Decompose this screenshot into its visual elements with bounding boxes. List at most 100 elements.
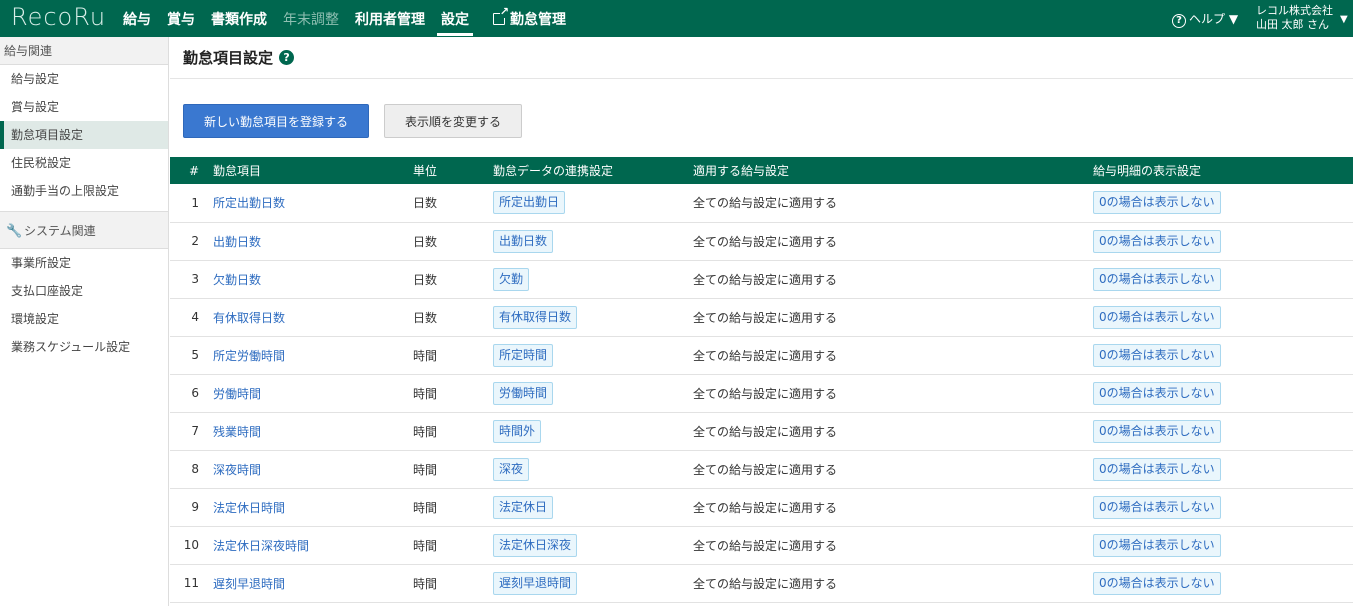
apply-cell: 全ての給与設定に適用する: [693, 336, 1093, 375]
item-cell: 深夜時間: [213, 450, 413, 489]
attendance-item-link[interactable]: 有休取得日数: [213, 311, 285, 325]
col-number: #: [170, 157, 213, 184]
attendance-item-link[interactable]: 遅刻早退時間: [213, 577, 285, 591]
display-cell: 0の場合は表示しない: [1093, 336, 1353, 375]
display-cell: 0の場合は表示しない: [1093, 260, 1353, 299]
table-row: 10 法定休日深夜時間 時間 法定休日深夜 全ての給与設定に適用する 0の場合は表示しない: [170, 526, 1353, 565]
col-display-setting: 給与明細の表示設定: [1093, 157, 1353, 184]
table-row: 3 欠勤日数 日数 欠勤 全ての給与設定に適用する 0の場合は表示しない: [170, 260, 1353, 299]
apply-cell: 全ての給与設定に適用する: [693, 298, 1093, 337]
item-cell: 所定出勤日数: [213, 184, 413, 223]
sidebar-item-bonus-settings[interactable]: 賞与設定: [0, 93, 168, 121]
top-navbar: RecoRu 給与 賞与 書類作成 年末調整 利用者管理 設定 勤怠管理 ?ヘル…: [0, 0, 1353, 37]
unit-cell: 時間: [413, 488, 493, 527]
attendance-item-link[interactable]: 法定休日深夜時間: [213, 539, 309, 553]
help-circle-icon: ?: [1172, 14, 1186, 28]
nav-year-end-adjustment[interactable]: 年末調整: [275, 0, 347, 37]
link-cell: 法定休日深夜: [493, 526, 693, 565]
row-number: 11: [170, 564, 213, 603]
apply-cell: 全ての給与設定に適用する: [693, 488, 1093, 527]
attendance-item-link[interactable]: 法定休日時間: [213, 501, 285, 515]
link-cell: 深夜: [493, 450, 693, 489]
sidebar-item-office[interactable]: 事業所設定: [0, 249, 168, 277]
display-cell: 0の場合は表示しない: [1093, 412, 1353, 451]
row-number: 3: [170, 260, 213, 299]
attendance-item-link[interactable]: 所定労働時間: [213, 349, 285, 363]
attendance-item-link[interactable]: 所定出勤日数: [213, 196, 285, 210]
main-nav: 給与 賞与 書類作成 年末調整 利用者管理 設定 勤怠管理: [115, 0, 574, 37]
display-cell: 0の場合は表示しない: [1093, 374, 1353, 413]
sidebar-group-system: 🔧 システム関連: [0, 211, 168, 249]
apply-cell: 全ての給与設定に適用する: [693, 526, 1093, 565]
help-question-icon[interactable]: ?: [279, 50, 295, 65]
col-data-link: 勤怠データの連携設定: [493, 157, 693, 184]
data-link-tag: 欠勤: [493, 267, 530, 291]
help-label: ヘルプ: [1189, 12, 1226, 26]
display-cell: 0の場合は表示しない: [1093, 222, 1353, 261]
sidebar-item-commute-limit[interactable]: 通勤手当の上限設定: [0, 177, 168, 205]
table-row: 2 出勤日数 日数 出勤日数 全ての給与設定に適用する 0の場合は表示しない: [170, 222, 1353, 261]
register-attendance-item-button[interactable]: 新しい勤怠項目を登録する: [183, 104, 369, 138]
sidebar-item-schedule[interactable]: 業務スケジュール設定: [0, 333, 168, 361]
link-cell: 所定時間: [493, 336, 693, 375]
sidebar-item-attendance-settings[interactable]: 勤怠項目設定: [0, 121, 168, 149]
attendance-item-link[interactable]: 出勤日数: [213, 235, 261, 249]
user-menu[interactable]: レコル株式会社 山田 太郎 さん ▼: [1256, 4, 1348, 32]
display-setting-tag: 0の場合は表示しない: [1093, 229, 1221, 253]
table-row: 4 有休取得日数 日数 有休取得日数 全ての給与設定に適用する 0の場合は表示しない: [170, 298, 1353, 337]
apply-cell: 全ての給与設定に適用する: [693, 450, 1093, 489]
apply-cell: 全ての給与設定に適用する: [693, 564, 1093, 603]
row-number: 10: [170, 526, 213, 565]
display-cell: 0の場合は表示しない: [1093, 450, 1353, 489]
unit-cell: 時間: [413, 526, 493, 565]
link-cell: 遅刻早退時間: [493, 564, 693, 603]
nav-salary[interactable]: 給与: [115, 0, 159, 37]
nav-settings[interactable]: 設定: [433, 0, 477, 37]
unit-cell: 時間: [413, 374, 493, 413]
link-cell: 有休取得日数: [493, 298, 693, 337]
row-number: 8: [170, 450, 213, 489]
nav-attendance-label: 勤怠管理: [510, 12, 566, 28]
nav-documents[interactable]: 書類作成: [203, 0, 275, 37]
apply-cell: 全ての給与設定に適用する: [693, 184, 1093, 223]
page-header: 勤怠項目設定 ?: [170, 37, 1353, 79]
link-cell: 労働時間: [493, 374, 693, 413]
attendance-item-link[interactable]: 労働時間: [213, 387, 261, 401]
display-cell: 0の場合は表示しない: [1093, 564, 1353, 603]
page-title: 勤怠項目設定: [183, 49, 274, 67]
sidebar-item-bank-account[interactable]: 支払口座設定: [0, 277, 168, 305]
table-row: 8 深夜時間 時間 深夜 全ての給与設定に適用する 0の場合は表示しない: [170, 450, 1353, 489]
attendance-item-link[interactable]: 欠勤日数: [213, 273, 261, 287]
sidebar-item-resident-tax[interactable]: 住民税設定: [0, 149, 168, 177]
col-apply-salary: 適用する給与設定: [693, 157, 1093, 184]
row-number: 2: [170, 222, 213, 261]
external-link-icon: [493, 6, 509, 25]
col-unit: 単位: [413, 157, 493, 184]
display-setting-tag: 0の場合は表示しない: [1093, 533, 1221, 557]
unit-cell: 日数: [413, 184, 493, 223]
nav-bonus[interactable]: 賞与: [159, 0, 203, 37]
display-cell: 0の場合は表示しない: [1093, 526, 1353, 565]
display-setting-tag: 0の場合は表示しない: [1093, 343, 1221, 367]
unit-cell: 時間: [413, 450, 493, 489]
row-number: 7: [170, 412, 213, 451]
recoru-logo[interactable]: RecoRu: [11, 3, 106, 31]
data-link-tag: 深夜: [493, 457, 530, 481]
change-display-order-button[interactable]: 表示順を変更する: [384, 104, 522, 138]
sidebar-item-environment[interactable]: 環境設定: [0, 305, 168, 333]
item-cell: 所定労働時間: [213, 336, 413, 375]
attendance-item-link[interactable]: 残業時間: [213, 425, 261, 439]
row-number: 1: [170, 184, 213, 223]
table-row: 11 遅刻早退時間 時間 遅刻早退時間 全ての給与設定に適用する 0の場合は表示しない: [170, 564, 1353, 603]
sidebar-item-salary-settings[interactable]: 給与設定: [0, 65, 168, 93]
row-number: 4: [170, 298, 213, 337]
nav-attendance-management[interactable]: 勤怠管理: [485, 0, 574, 37]
item-cell: 法定休日深夜時間: [213, 526, 413, 565]
unit-cell: 時間: [413, 564, 493, 603]
unit-cell: 日数: [413, 298, 493, 337]
link-cell: 所定出勤日: [493, 184, 693, 223]
help-menu[interactable]: ? ヘルプ ▼: [1172, 10, 1238, 28]
item-cell: 有休取得日数: [213, 298, 413, 337]
attendance-item-link[interactable]: 深夜時間: [213, 463, 261, 477]
nav-user-management[interactable]: 利用者管理: [347, 0, 433, 37]
